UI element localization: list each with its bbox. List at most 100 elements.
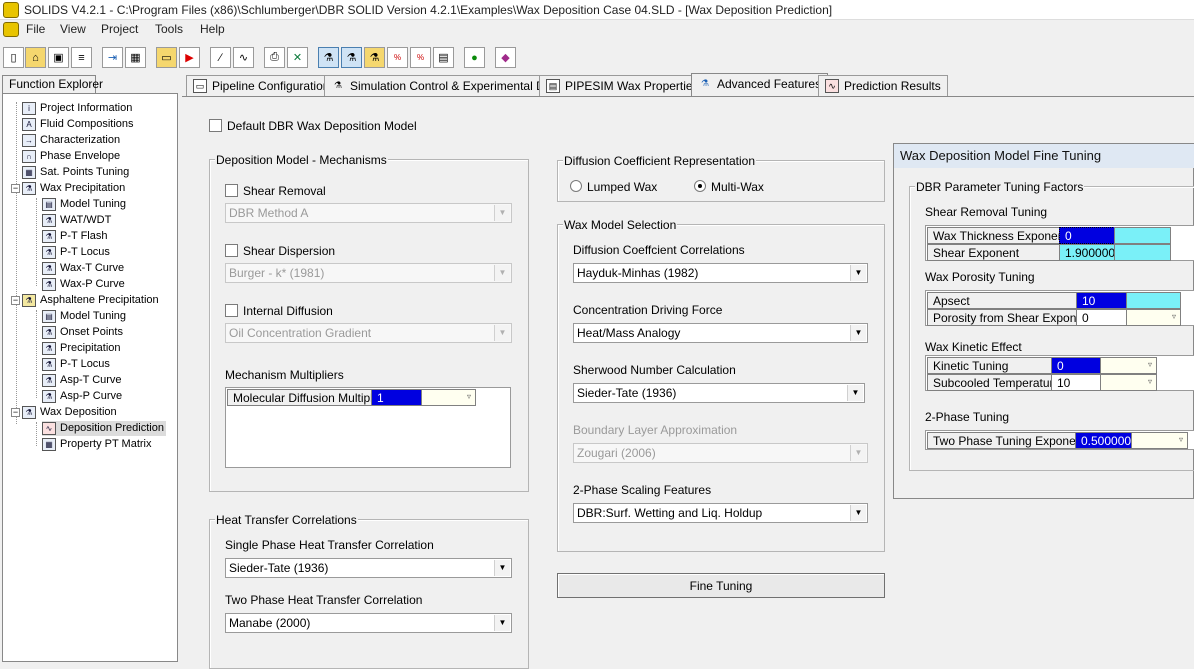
kinetic-tuning-dropdown[interactable]: ▿: [1100, 357, 1157, 374]
tree-item-asp-pt-locus[interactable]: ⚗ P-T Locus: [42, 357, 110, 372]
tree-item-project-information[interactable]: i Project Information: [22, 101, 132, 116]
two-phase-tuning-label: 2-Phase Tuning: [925, 410, 1010, 424]
function-explorer-tab[interactable]: Function Explorer: [2, 75, 103, 93]
help-book-icon[interactable]: ◆: [495, 47, 516, 68]
wax-thickness-value[interactable]: 0: [1059, 227, 1115, 244]
two-phase-exponent-dropdown[interactable]: ▿: [1131, 432, 1188, 449]
tree-item-pt-locus[interactable]: ⚗ P-T Locus: [42, 245, 110, 260]
tree-item-asp-model-tuning[interactable]: ▤ Model Tuning: [42, 309, 126, 324]
run-icon[interactable]: ▶: [179, 47, 200, 68]
tree-item-wax-precipitation[interactable]: ⚗ Wax Precipitation: [22, 181, 125, 196]
phase-envelope-icon: ∩: [22, 149, 36, 163]
tree-item-phase-envelope[interactable]: ∩ Phase Envelope: [22, 149, 120, 164]
pipeline-icon: ▭: [193, 79, 207, 93]
characterize-icon[interactable]: ⇥: [102, 47, 123, 68]
globe-icon[interactable]: ●: [464, 47, 485, 68]
porosity-shear-dropdown[interactable]: ▿: [1126, 309, 1181, 326]
tree-item-onset-points[interactable]: ⚗ Onset Points: [42, 325, 123, 340]
save-icon[interactable]: ▣: [48, 47, 69, 68]
percent-down-icon[interactable]: %: [387, 47, 408, 68]
scaling-select[interactable]: DBR:Surf. Wetting and Liq. Holdup ▼: [573, 503, 868, 523]
sherwood-select[interactable]: Sieder-Tate (1936) ▼: [573, 383, 865, 403]
expander-wax-deposition[interactable]: −: [11, 408, 20, 417]
shear-dispersion-checkbox[interactable]: [225, 244, 238, 257]
properties-icon[interactable]: ≡: [71, 47, 92, 68]
multiplier-dropdown[interactable]: ▿: [421, 389, 476, 406]
tree-item-property-pt-matrix[interactable]: ▦ Property PT Matrix: [42, 437, 152, 452]
percent-up-icon[interactable]: %: [410, 47, 431, 68]
tree-item-wax-t-curve[interactable]: ⚗ Wax-T Curve: [42, 261, 124, 276]
two-phase-exponent-label: Two Phase Tuning Exponent: [927, 432, 1076, 449]
aspect-extra: [1126, 292, 1181, 309]
fluid-compositions-icon: A: [22, 117, 36, 131]
folder-open-icon[interactable]: ▭: [156, 47, 177, 68]
kinetic-tuning-value[interactable]: 0: [1051, 357, 1101, 374]
tab-prediction-results[interactable]: ∿ Prediction Results: [818, 75, 948, 97]
tree-item-wax-deposition[interactable]: ⚗ Wax Deposition: [22, 405, 117, 420]
flask-icon: ⚗: [42, 373, 56, 387]
expander-asphaltene-precipitation[interactable]: −: [11, 296, 20, 305]
two-phase-ht-select[interactable]: Manabe (2000) ▼: [225, 613, 512, 633]
chart-icon[interactable]: ∕: [210, 47, 231, 68]
shear-removal-checkbox[interactable]: [225, 184, 238, 197]
single-phase-ht-select[interactable]: Sieder-Tate (1936) ▼: [225, 558, 512, 578]
boundary-layer-select[interactable]: Zougari (2006) ▼: [573, 443, 868, 463]
multiplier-value[interactable]: 1: [371, 389, 422, 406]
flask-tool-1-icon[interactable]: ⚗: [318, 47, 339, 68]
expander-wax-precipitation[interactable]: −: [11, 184, 20, 193]
dropdown-icon: ▿: [1171, 312, 1176, 321]
tree-item-wax-model-tuning[interactable]: ▤ Model Tuning: [42, 197, 126, 212]
excel-icon[interactable]: ✕: [287, 47, 308, 68]
shear-dispersion-select[interactable]: Burger - k* (1981) ▼: [225, 263, 512, 283]
default-model-checkbox[interactable]: [209, 119, 222, 132]
graph-icon[interactable]: ∿: [233, 47, 254, 68]
two-phase-exponent-value[interactable]: 0.500000: [1075, 432, 1132, 449]
print-icon[interactable]: ⎙: [264, 47, 285, 68]
conc-driving-select[interactable]: Heat/Mass Analogy ▼: [573, 323, 868, 343]
document-menu-icon[interactable]: [3, 22, 19, 37]
flask-tool-3-icon[interactable]: ⚗: [364, 47, 385, 68]
menu-project[interactable]: Project: [101, 22, 138, 36]
diff-corr-select[interactable]: Hayduk-Minhas (1982) ▼: [573, 263, 868, 283]
table-icon[interactable]: ▦: [125, 47, 146, 68]
model-tuning-icon: ▤: [42, 197, 56, 211]
flask-tool-2-icon[interactable]: ⚗: [341, 47, 362, 68]
shear-exponent-value[interactable]: 1.900000: [1059, 244, 1115, 261]
tree-item-pt-flash[interactable]: ⚗ P-T Flash: [42, 229, 107, 244]
tree-item-sat-points-tuning[interactable]: ▦ Sat. Points Tuning: [22, 165, 129, 180]
tree-item-asp-p-curve[interactable]: ⚗ Asp-P Curve: [42, 389, 122, 404]
calculator-icon[interactable]: ▤: [433, 47, 454, 68]
internal-diffusion-select[interactable]: Oil Concentration Gradient ▼: [225, 323, 512, 343]
default-model-label: Default DBR Wax Deposition Model: [227, 119, 417, 133]
tree-item-deposition-prediction[interactable]: ∿ Deposition Prediction: [42, 421, 166, 436]
tree-item-asphaltene-precipitation[interactable]: ⚗ Asphaltene Precipitation: [22, 293, 159, 308]
tree-item-wat-wdt[interactable]: ⚗ WAT/WDT: [42, 213, 111, 228]
fine-tuning-button[interactable]: Fine Tuning: [557, 573, 885, 598]
subcooled-temp-dropdown[interactable]: ▿: [1100, 374, 1157, 391]
tree-item-precipitation[interactable]: ⚗ Precipitation: [42, 341, 121, 356]
tree-item-fluid-compositions[interactable]: A Fluid Compositions: [22, 117, 134, 132]
tab-pipesim-wax-properties[interactable]: ▤ PIPESIM Wax Properties: [539, 75, 706, 97]
menu-view[interactable]: View: [60, 22, 86, 36]
tree-item-asp-t-curve[interactable]: ⚗ Asp-T Curve: [42, 373, 122, 388]
menu-file[interactable]: File: [26, 22, 45, 36]
new-file-icon[interactable]: ▯: [3, 47, 24, 68]
multi-wax-radio[interactable]: [694, 180, 706, 193]
menu-tools[interactable]: Tools: [155, 22, 183, 36]
porosity-shear-value[interactable]: 0: [1076, 309, 1127, 326]
internal-diffusion-checkbox[interactable]: [225, 304, 238, 317]
tree-item-wax-p-curve[interactable]: ⚗ Wax-P Curve: [42, 277, 125, 292]
chevron-down-icon: ▼: [494, 205, 510, 221]
tab-pipeline-configuration[interactable]: ▭ Pipeline Configuration: [186, 75, 337, 97]
menu-help[interactable]: Help: [200, 22, 225, 36]
shear-removal-select[interactable]: DBR Method A ▼: [225, 203, 512, 223]
tab-simulation-control[interactable]: ⚗ Simulation Control & Experimental Data: [324, 75, 569, 97]
tree-item-characterization[interactable]: → Characterization: [22, 133, 120, 148]
chevron-down-icon: ▼: [850, 505, 866, 521]
lumped-wax-radio[interactable]: [570, 180, 582, 193]
aspect-value[interactable]: 10: [1076, 292, 1127, 309]
open-folder-icon[interactable]: ⌂: [25, 47, 46, 68]
tab-advanced-features[interactable]: ⚗ Advanced Features: [691, 73, 829, 97]
subcooled-temp-value[interactable]: 10: [1051, 374, 1101, 391]
chevron-down-icon: ▼: [494, 615, 510, 631]
